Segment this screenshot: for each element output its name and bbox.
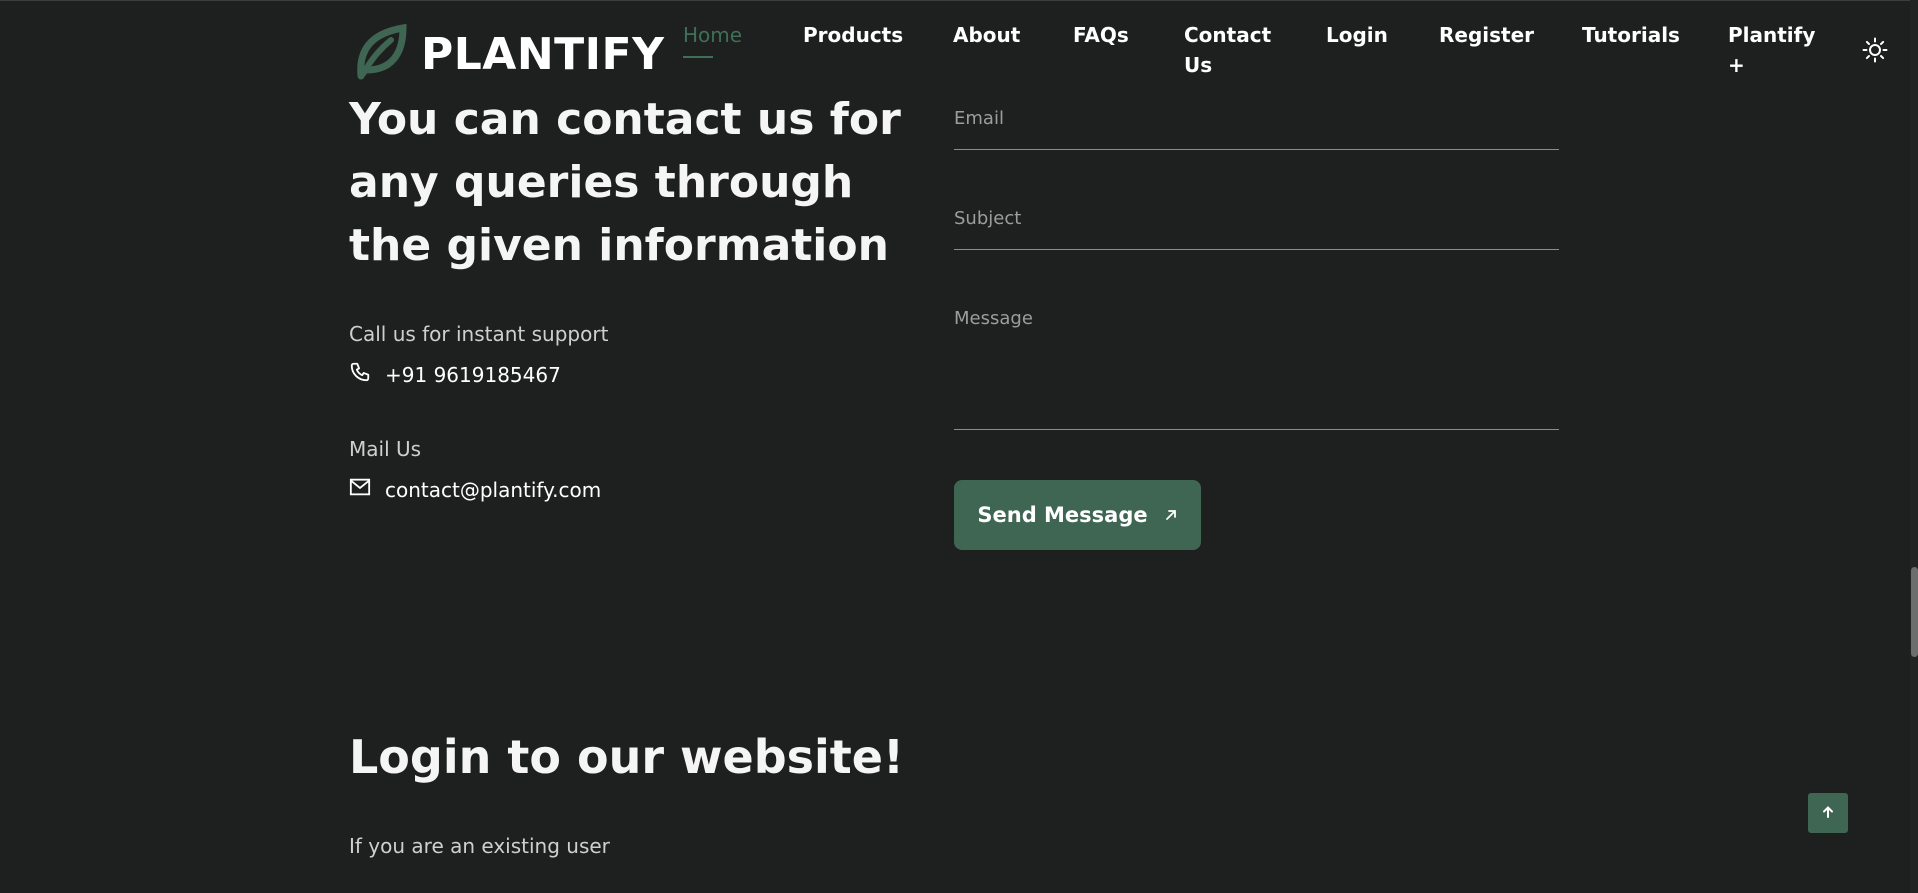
send-message-button[interactable]: Send Message <box>954 480 1201 550</box>
theme-toggle-button[interactable] <box>1862 37 1888 63</box>
arrow-up-icon <box>1821 804 1835 823</box>
nav-faqs[interactable]: FAQs <box>1073 20 1129 50</box>
mail-icon <box>349 476 385 503</box>
scroll-to-top-button[interactable] <box>1808 793 1848 833</box>
nav-home-label: Home <box>683 23 743 47</box>
mail-us-label: Mail Us <box>349 437 422 461</box>
message-placeholder: Message <box>954 308 1033 329</box>
arrow-up-right-icon <box>1148 503 1178 527</box>
phone-row[interactable]: +91 9619185467 <box>349 361 561 388</box>
subject-field[interactable]: Subject <box>954 198 1559 250</box>
nav-login[interactable]: Login <box>1326 20 1388 50</box>
brand-logo[interactable]: PLANTIFY <box>353 23 665 84</box>
nav-tutorials[interactable]: Tutorials <box>1582 20 1680 50</box>
contact-heading: You can contact us for any queries throu… <box>349 94 901 271</box>
send-message-label: Send Message <box>977 503 1148 527</box>
scrollbar-thumb[interactable] <box>1911 567 1918 657</box>
page: PLANTIFY Home Products About FAQs Contac… <box>0 0 1918 893</box>
nav-about[interactable]: About <box>953 20 1020 50</box>
message-field[interactable]: Message <box>954 298 1559 430</box>
nav-plantify-plus[interactable]: Plantify + <box>1728 20 1818 80</box>
nav-contact-us[interactable]: Contact Us <box>1184 20 1284 80</box>
sun-icon <box>1862 37 1888 67</box>
email-address: contact@plantify.com <box>385 477 602 502</box>
scrollbar-track[interactable] <box>1910 0 1918 893</box>
brand-name: PLANTIFY <box>421 28 665 80</box>
site-header: PLANTIFY Home Products About FAQs Contac… <box>0 0 1910 96</box>
phone-icon <box>349 361 385 388</box>
login-heading: Login to our website! <box>349 730 904 784</box>
active-nav-underline <box>683 56 713 58</box>
login-subtitle: If you are an existing user <box>349 834 610 858</box>
leaf-icon <box>353 23 407 84</box>
email-placeholder: Email <box>954 108 1004 129</box>
nav-register[interactable]: Register <box>1439 20 1534 50</box>
email-field[interactable]: Email <box>954 98 1559 150</box>
call-support-label: Call us for instant support <box>349 322 609 346</box>
subject-placeholder: Subject <box>954 208 1022 229</box>
phone-number: +91 9619185467 <box>385 362 561 387</box>
nav-home[interactable]: Home <box>683 20 743 58</box>
nav-products[interactable]: Products <box>803 20 903 50</box>
email-row[interactable]: contact@plantify.com <box>349 476 601 503</box>
